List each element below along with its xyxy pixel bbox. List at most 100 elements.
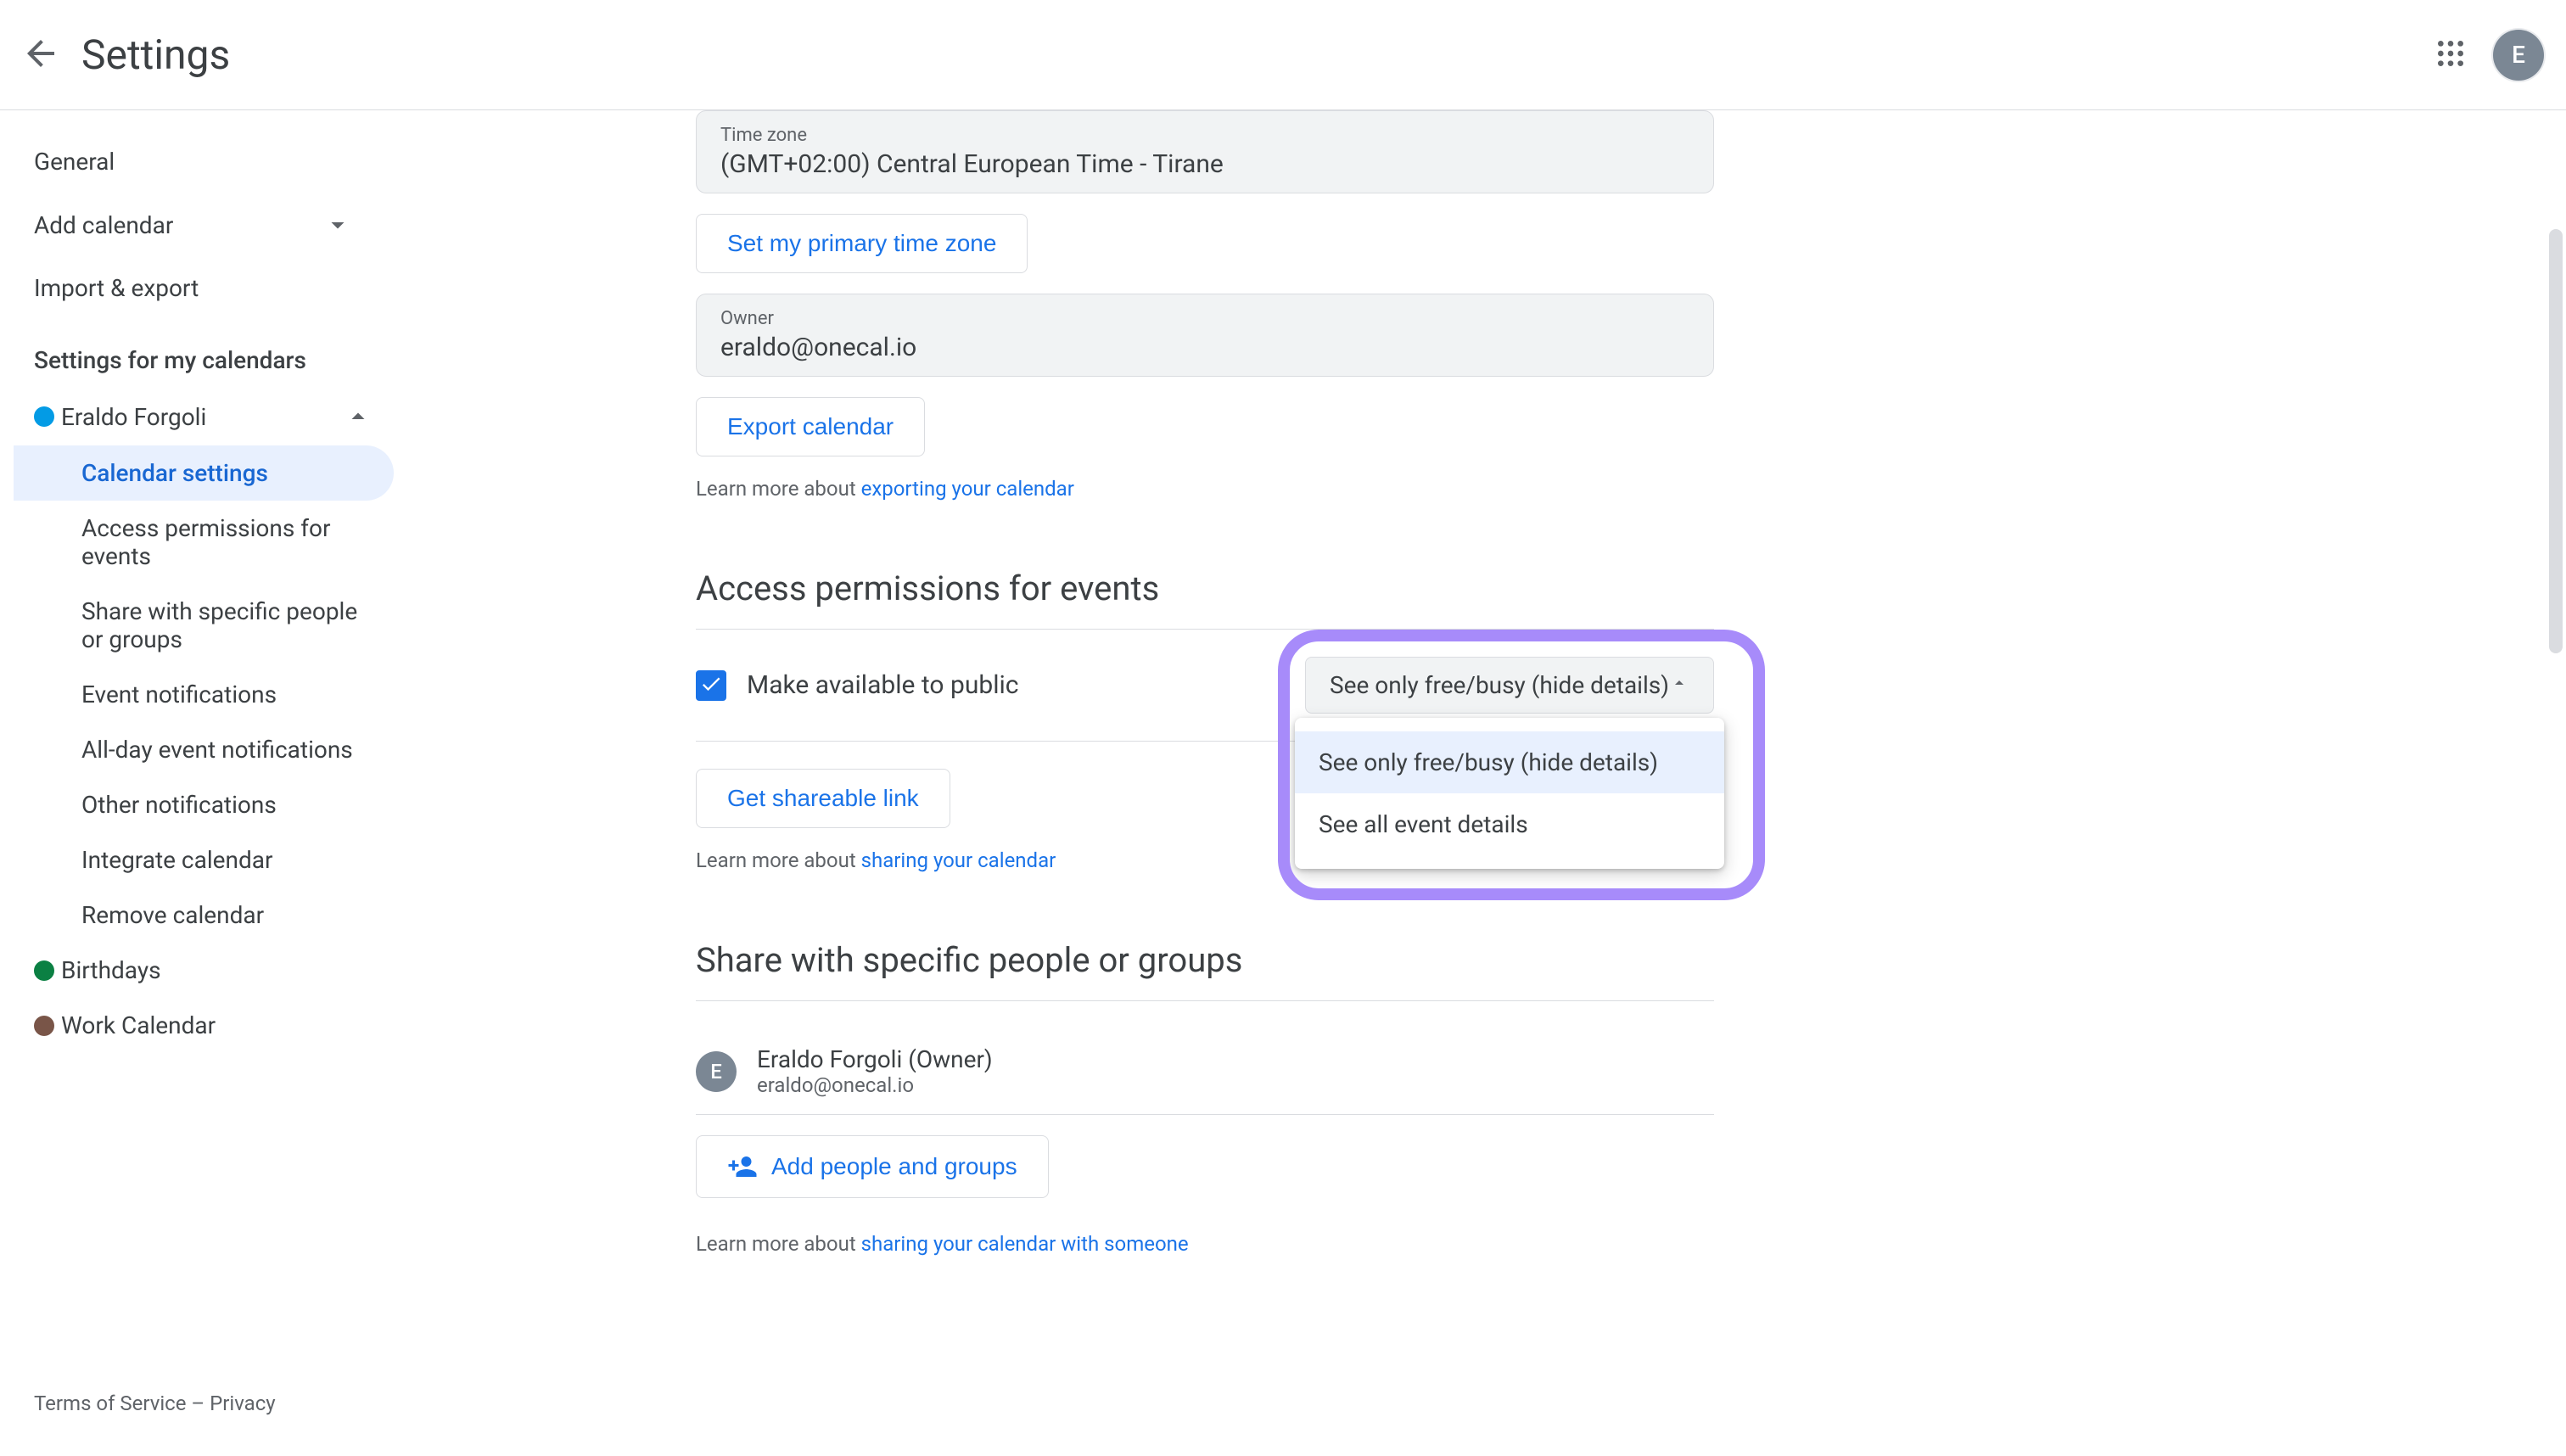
checkbox-label: Make available to public [747,670,1019,700]
back-arrow-button[interactable] [20,35,61,76]
button-label: Get shareable link [727,785,919,812]
sidebar-section-title: Settings for my calendars [14,319,394,388]
sidebar-item-label: Work Calendar [61,1011,216,1039]
chevron-down-icon [322,210,353,240]
sidebar: General Add calendar Import & export Set… [0,110,407,1456]
calendar-color-dot-icon [34,960,54,981]
make-public-row: Make available to public See only free/b… [696,657,1714,742]
sidebar-item-remove-calendar[interactable]: Remove calendar [14,888,394,943]
set-primary-timezone-button[interactable]: Set my primary time zone [696,214,1028,273]
sidebar-item-add-calendar[interactable]: Add calendar [14,193,394,257]
field-label: Time zone [720,125,1689,146]
sidebar-item-label: Share with specific people or groups [81,597,373,653]
sidebar-item-access-permissions[interactable]: Access permissions for events [14,501,394,584]
terms-link[interactable]: Terms of Service [34,1392,186,1415]
learn-more-link[interactable]: sharing your calendar with someone [861,1232,1189,1256]
sidebar-item-label: Integrate calendar [81,846,272,874]
account-avatar[interactable]: E [2491,28,2546,82]
option-label: See only free/busy (hide details) [1319,748,1658,776]
visibility-dropdown-menu: See only free/busy (hide details) See al… [1295,718,1724,869]
sidebar-item-calendar-settings[interactable]: Calendar settings [14,445,394,501]
app-header: Settings E [0,0,2566,110]
learn-more-share-someone: Learn more about sharing your calendar w… [696,1232,1714,1256]
export-calendar-button[interactable]: Export calendar [696,397,925,456]
calendar-color-dot-icon [34,406,54,427]
apps-grid-icon [2434,36,2468,74]
page-title: Settings [81,31,2430,79]
sidebar-item-label: Access permissions for events [81,514,373,570]
learn-more-export: Learn more about exporting your calendar [696,477,1714,501]
learn-more-prefix: Learn more about [696,848,861,872]
sidebar-item-general[interactable]: General [14,131,394,193]
dropdown-option-all-details[interactable]: See all event details [1295,793,1724,855]
button-label: Export calendar [727,413,894,440]
learn-more-link[interactable]: exporting your calendar [861,477,1074,501]
person-name: Eraldo Forgoli (Owner) [757,1045,993,1073]
sidebar-item-label: All-day event notifications [81,736,353,764]
make-public-checkbox[interactable] [696,670,726,701]
chevron-up-icon [343,401,373,432]
get-shareable-link-button[interactable]: Get shareable link [696,769,950,828]
sidebar-item-integrate-calendar[interactable]: Integrate calendar [14,832,394,888]
sidebar-item-birthdays[interactable]: Birthdays [14,943,394,998]
sidebar-item-label: Event notifications [81,680,277,708]
sidebar-item-other-notifications[interactable]: Other notifications [14,777,394,832]
owner-field: Owner eraldo@onecal.io [696,294,1714,377]
dropdown-selected-label: See only free/busy (hide details) [1330,671,1669,699]
scrollbar[interactable] [2546,229,2566,1417]
section-heading-share: Share with specific people or groups [696,940,1714,1001]
person-info: Eraldo Forgoli (Owner) eraldo@onecal.io [757,1045,993,1097]
add-people-button[interactable]: Add people and groups [696,1135,1049,1198]
sidebar-item-event-notifications[interactable]: Event notifications [14,667,394,722]
sidebar-item-eraldo-forgoli[interactable]: Eraldo Forgoli [14,388,394,445]
person-avatar: E [696,1051,737,1092]
main-content[interactable]: Time zone (GMT+02:00) Central European T… [407,110,2566,1456]
field-label: Owner [720,308,1689,329]
visibility-dropdown-container: See only free/busy (hide details) See on… [1305,657,1714,714]
sidebar-item-label: General [34,148,115,176]
learn-more-prefix: Learn more about [696,1232,861,1256]
section-heading-access: Access permissions for events [696,568,1714,630]
option-label: See all event details [1319,810,1528,838]
timezone-field[interactable]: Time zone (GMT+02:00) Central European T… [696,110,1714,193]
sidebar-item-label: Eraldo Forgoli [61,403,206,431]
sidebar-top: General Add calendar Import & export Set… [14,131,394,1371]
avatar-initial: E [2493,30,2544,81]
scrollbar-thumb[interactable] [2549,229,2563,653]
button-label: Set my primary time zone [727,230,996,257]
dropdown-option-freebusy[interactable]: See only free/busy (hide details) [1295,731,1724,793]
checkbox-left: Make available to public [696,670,1019,701]
person-add-icon [727,1151,758,1182]
learn-more-prefix: Learn more about [696,477,861,501]
button-label: Add people and groups [771,1153,1017,1180]
sidebar-item-label: Remove calendar [81,901,264,929]
calendar-color-dot-icon [34,1016,54,1036]
sidebar-item-label: Add calendar [34,211,173,239]
field-value: eraldo@onecal.io [720,333,1689,362]
person-email: eraldo@onecal.io [757,1073,993,1097]
sidebar-item-label: Calendar settings [81,459,268,487]
sidebar-item-share-specific[interactable]: Share with specific people or groups [14,584,394,667]
sidebar-item-label: Other notifications [81,791,277,819]
header-right: E [2430,28,2546,82]
person-row-owner: E Eraldo Forgoli (Owner) eraldo@onecal.i… [696,1028,1714,1115]
footer-sep: – [186,1392,210,1415]
sidebar-item-allday-notifications[interactable]: All-day event notifications [14,722,394,777]
sidebar-item-label: Import & export [34,274,199,302]
sidebar-item-work-calendar[interactable]: Work Calendar [14,998,394,1053]
field-value: (GMT+02:00) Central European Time - Tira… [720,149,1689,179]
page-body: General Add calendar Import & export Set… [0,110,2566,1456]
avatar-initial: E [710,1060,722,1084]
checkmark-icon [699,672,723,699]
share-section: Share with specific people or groups E E… [696,940,1714,1256]
privacy-link[interactable]: Privacy [210,1392,276,1415]
footer-links: Terms of Service – Privacy [14,1371,394,1436]
triangle-up-icon [1669,671,1689,699]
arrow-left-icon [20,33,61,77]
learn-more-link[interactable]: sharing your calendar [861,848,1056,872]
sidebar-item-import-export[interactable]: Import & export [14,257,394,319]
google-apps-button[interactable] [2430,35,2471,76]
visibility-dropdown[interactable]: See only free/busy (hide details) [1305,657,1714,714]
content-inner: Time zone (GMT+02:00) Central European T… [696,110,1714,1256]
sidebar-item-label: Birthdays [61,956,161,984]
